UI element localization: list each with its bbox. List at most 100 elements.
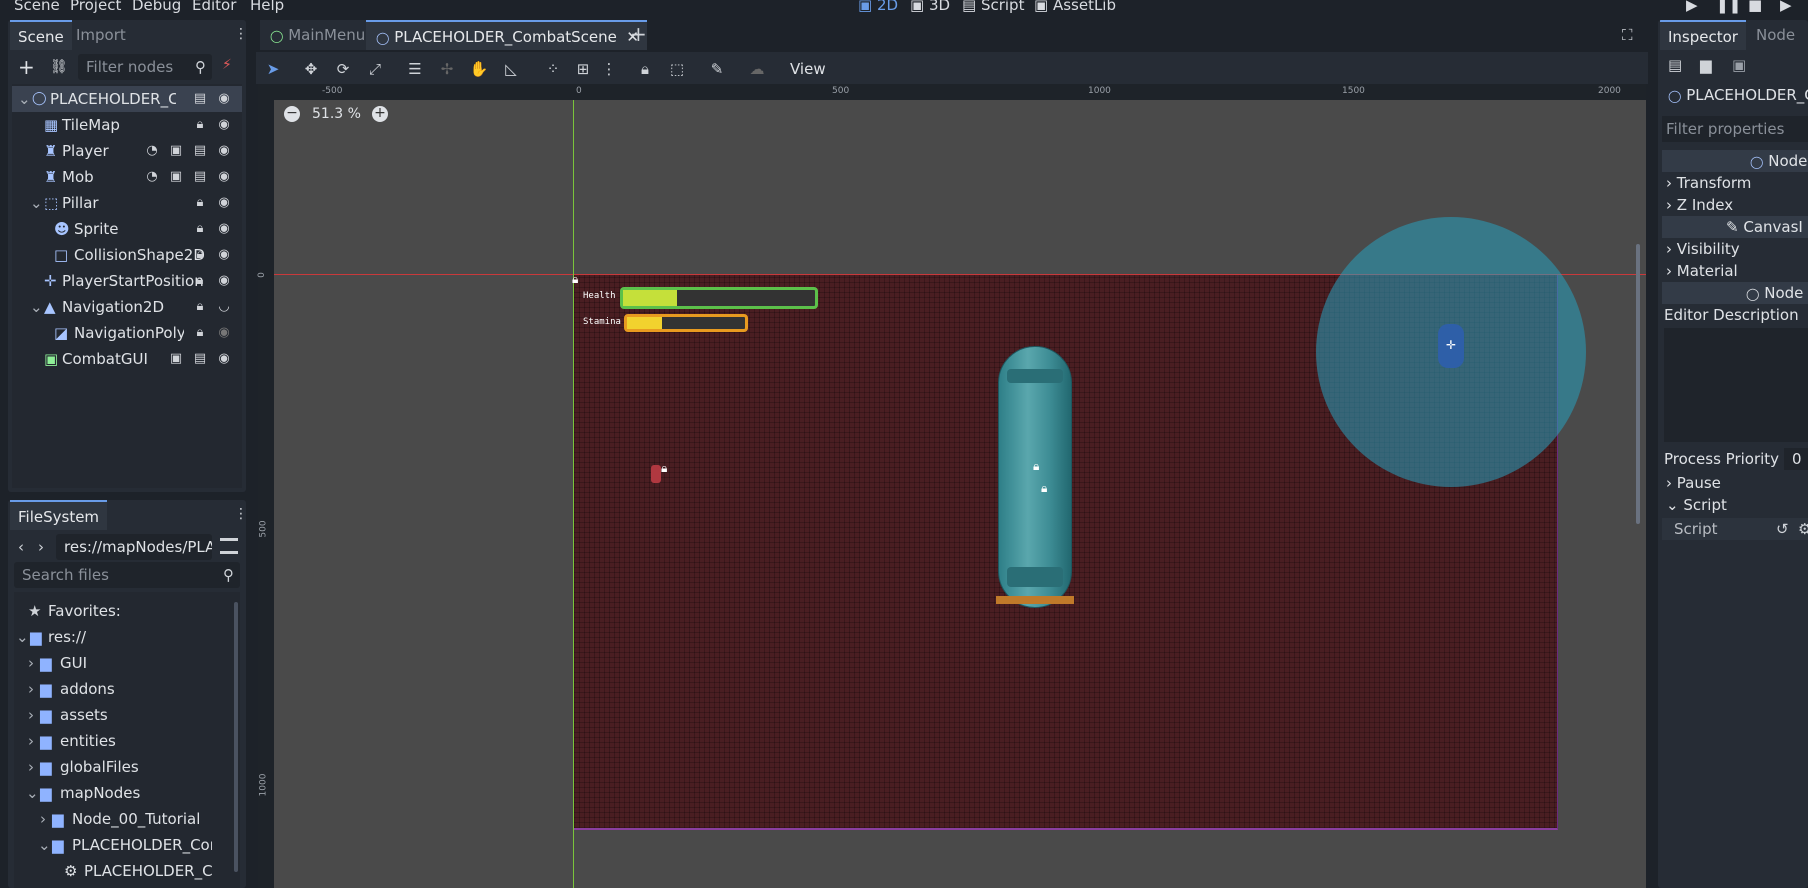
visibility-icon[interactable]: ◉ <box>212 242 236 268</box>
scrollbar-thumb[interactable] <box>234 602 238 872</box>
list-tool-icon[interactable]: ☰ <box>402 56 428 82</box>
tab-mainmenu[interactable]: ◯ MainMenu <box>260 20 374 50</box>
filter-nodes-input[interactable]: Filter nodes ⚲ <box>78 54 212 80</box>
revert-icon[interactable]: ↺ <box>1776 518 1789 540</box>
menu-scene[interactable]: Scene <box>14 0 60 14</box>
script-filter-icon[interactable]: ⚡ <box>222 57 240 75</box>
mode-script-button[interactable]: ▤ Script <box>962 0 1024 14</box>
tree-node-pillar[interactable]: ⌄ ⬚ Pillar 🔒︎ ◉ <box>12 190 242 216</box>
menu-help[interactable]: Help <box>250 0 284 14</box>
dock-menu-icon[interactable]: ⋮ <box>234 506 248 522</box>
canvas-viewport[interactable]: − 51.3 % + Health Stamina 🔒︎ 🔒︎ 🔒︎ 🔒︎ ✛ <box>258 84 1646 888</box>
section-zindex[interactable]: › Z Index <box>1666 194 1733 216</box>
forward-icon[interactable]: › <box>38 538 44 556</box>
tree-node-collisionshape[interactable]: □ CollisionShape2D 🔒︎ ◉ <box>12 242 242 268</box>
chevron-down-icon[interactable]: ⌄ <box>30 294 43 320</box>
back-icon[interactable]: ‹ <box>18 538 24 556</box>
zoom-in-button[interactable]: + <box>372 106 388 122</box>
mode-3d-button[interactable]: ▣ 3D <box>910 0 950 14</box>
move-tool-icon[interactable]: ✥ <box>298 56 324 82</box>
mode-assetlib-button[interactable]: ▣ AssetLib <box>1034 0 1116 14</box>
link-icon[interactable]: ⛓ <box>50 56 68 78</box>
smart-snap-icon[interactable]: ⁘ <box>540 56 566 82</box>
lock-icon[interactable]: 🔒︎ <box>188 242 212 268</box>
tree-node-sprite[interactable]: ☻ Sprite 🔒︎ ◉ <box>12 216 242 242</box>
lock-icon[interactable]: 🔒︎ <box>188 294 212 320</box>
scene-icon[interactable]: ▣ <box>164 138 188 164</box>
chevron-down-icon[interactable]: ⌄ <box>30 190 43 216</box>
script-icon[interactable]: ▤ <box>188 164 212 190</box>
zoom-level[interactable]: 51.3 % <box>312 106 361 122</box>
visibility-icon[interactable]: ◉ <box>212 268 236 294</box>
tab-filesystem[interactable]: FileSystem <box>10 500 108 530</box>
scene-icon[interactable]: ▣ <box>164 164 188 190</box>
lock-icon[interactable]: 🔒︎ <box>188 320 212 346</box>
pivot-tool-icon[interactable]: ✢ <box>434 56 460 82</box>
search-files-input[interactable]: Search files ⚲ <box>14 562 240 588</box>
pillar[interactable]: 🔒︎ 🔒︎ <box>998 346 1072 608</box>
split-view-icon[interactable] <box>220 538 238 554</box>
section-pause[interactable]: › Pause <box>1666 472 1721 494</box>
tree-node-playerstart[interactable]: ✛ PlayerStartPosition 🔒︎ ◉ <box>12 268 242 294</box>
signal-icon[interactable]: ◔ <box>140 164 164 190</box>
editor-description-field[interactable] <box>1664 328 1808 442</box>
group-icon[interactable]: ⬚ <box>664 56 690 82</box>
scene-icon[interactable]: ▣ <box>164 346 188 372</box>
chevron-down-icon[interactable]: ⌄ <box>18 86 31 112</box>
scale-tool-icon[interactable]: ⤢ <box>362 56 388 82</box>
section-visibility[interactable]: › Visibility <box>1666 238 1740 260</box>
lock-icon[interactable]: 🔒︎ <box>188 216 212 242</box>
tab-scene[interactable]: Scene <box>10 20 72 50</box>
tree-node-combatgui[interactable]: ▣ CombatGUI ▣ ▤ ◉ <box>12 346 242 372</box>
gear-icon[interactable]: ⚙ <box>1798 518 1808 540</box>
visibility-icon[interactable]: ◉ <box>212 346 236 372</box>
player-start-marker[interactable]: 🔒︎ <box>651 459 675 487</box>
tree-node-navpoly[interactable]: ◪ NavigationPolygo 🔒︎◉ <box>12 320 242 346</box>
section-script[interactable]: ⌄ Script <box>1666 494 1727 516</box>
script-icon[interactable]: ▤ <box>188 346 212 372</box>
tree-node-mob[interactable]: ♜ Mob ◔ ▣ ▤ ◉ <box>12 164 242 190</box>
tree-node-root[interactable]: ⌄ ◯ PLACEHOLDER_Comb ▤◉ <box>12 86 242 112</box>
grid-snap-icon[interactable]: ⊞ <box>570 56 596 82</box>
rotate-tool-icon[interactable]: ⟳ <box>330 56 356 82</box>
tab-node[interactable]: Node <box>1748 20 1803 50</box>
play-icon[interactable]: ▶ <box>1686 0 1698 14</box>
section-transform[interactable]: › Transform <box>1666 172 1751 194</box>
tree-node-tilemap[interactable]: ▦ TileMap 🔒︎ ◉ <box>12 112 242 138</box>
lock-icon[interactable]: 🔒︎ <box>632 56 658 82</box>
lock-icon[interactable]: 🔒︎ <box>188 112 212 138</box>
tab-inspector[interactable]: Inspector <box>1660 20 1746 50</box>
visibility-icon[interactable]: ◉ <box>212 320 236 346</box>
ruler-tool-icon[interactable]: ◺ <box>498 56 524 82</box>
add-tab-icon[interactable]: + <box>630 22 647 46</box>
process-priority-field[interactable]: 0 <box>1784 448 1808 470</box>
signal-icon[interactable]: ◔ <box>140 138 164 164</box>
pan-tool-icon[interactable]: ✋ <box>466 56 492 82</box>
tab-import[interactable]: Import <box>68 20 134 50</box>
skeleton-icon[interactable]: ☁ <box>744 56 770 82</box>
lock-icon[interactable]: 🔒︎ <box>188 190 212 216</box>
stop-icon[interactable]: ■ <box>1748 0 1762 14</box>
menu-project[interactable]: Project <box>70 0 121 14</box>
viewport-scrollbar[interactable] <box>1636 244 1640 524</box>
save-icon[interactable]: ▣ <box>1732 56 1746 74</box>
fullscreen-icon[interactable]: ⛶ <box>1622 26 1633 44</box>
visibility-icon[interactable]: ◉ <box>212 164 236 190</box>
zoom-out-button[interactable]: − <box>284 106 300 122</box>
snap-options-icon[interactable]: ⋮ <box>596 56 622 82</box>
lock-icon[interactable]: 🔒︎ <box>188 268 212 294</box>
visibility-icon[interactable]: ◉ <box>212 112 236 138</box>
visibility-hidden-icon[interactable]: ◡ <box>212 294 236 320</box>
visibility-icon[interactable]: ◉ <box>212 86 236 112</box>
tab-combatscene[interactable]: ◯ PLACEHOLDER_CombatScene ✕ <box>366 20 647 50</box>
add-node-icon[interactable]: + <box>18 56 35 78</box>
new-resource-icon[interactable]: ▤ <box>1668 56 1682 74</box>
menu-editor[interactable]: Editor <box>192 0 236 14</box>
menu-debug[interactable]: Debug <box>132 0 181 14</box>
bone-icon[interactable]: ✎ <box>704 56 730 82</box>
open-folder-icon[interactable]: ▆ <box>1700 56 1712 74</box>
visibility-icon[interactable]: ◉ <box>212 216 236 242</box>
mode-2d-button[interactable]: ▣ 2D <box>858 0 898 14</box>
select-tool-icon[interactable]: ➤ <box>260 56 286 82</box>
visibility-icon[interactable]: ◉ <box>212 190 236 216</box>
